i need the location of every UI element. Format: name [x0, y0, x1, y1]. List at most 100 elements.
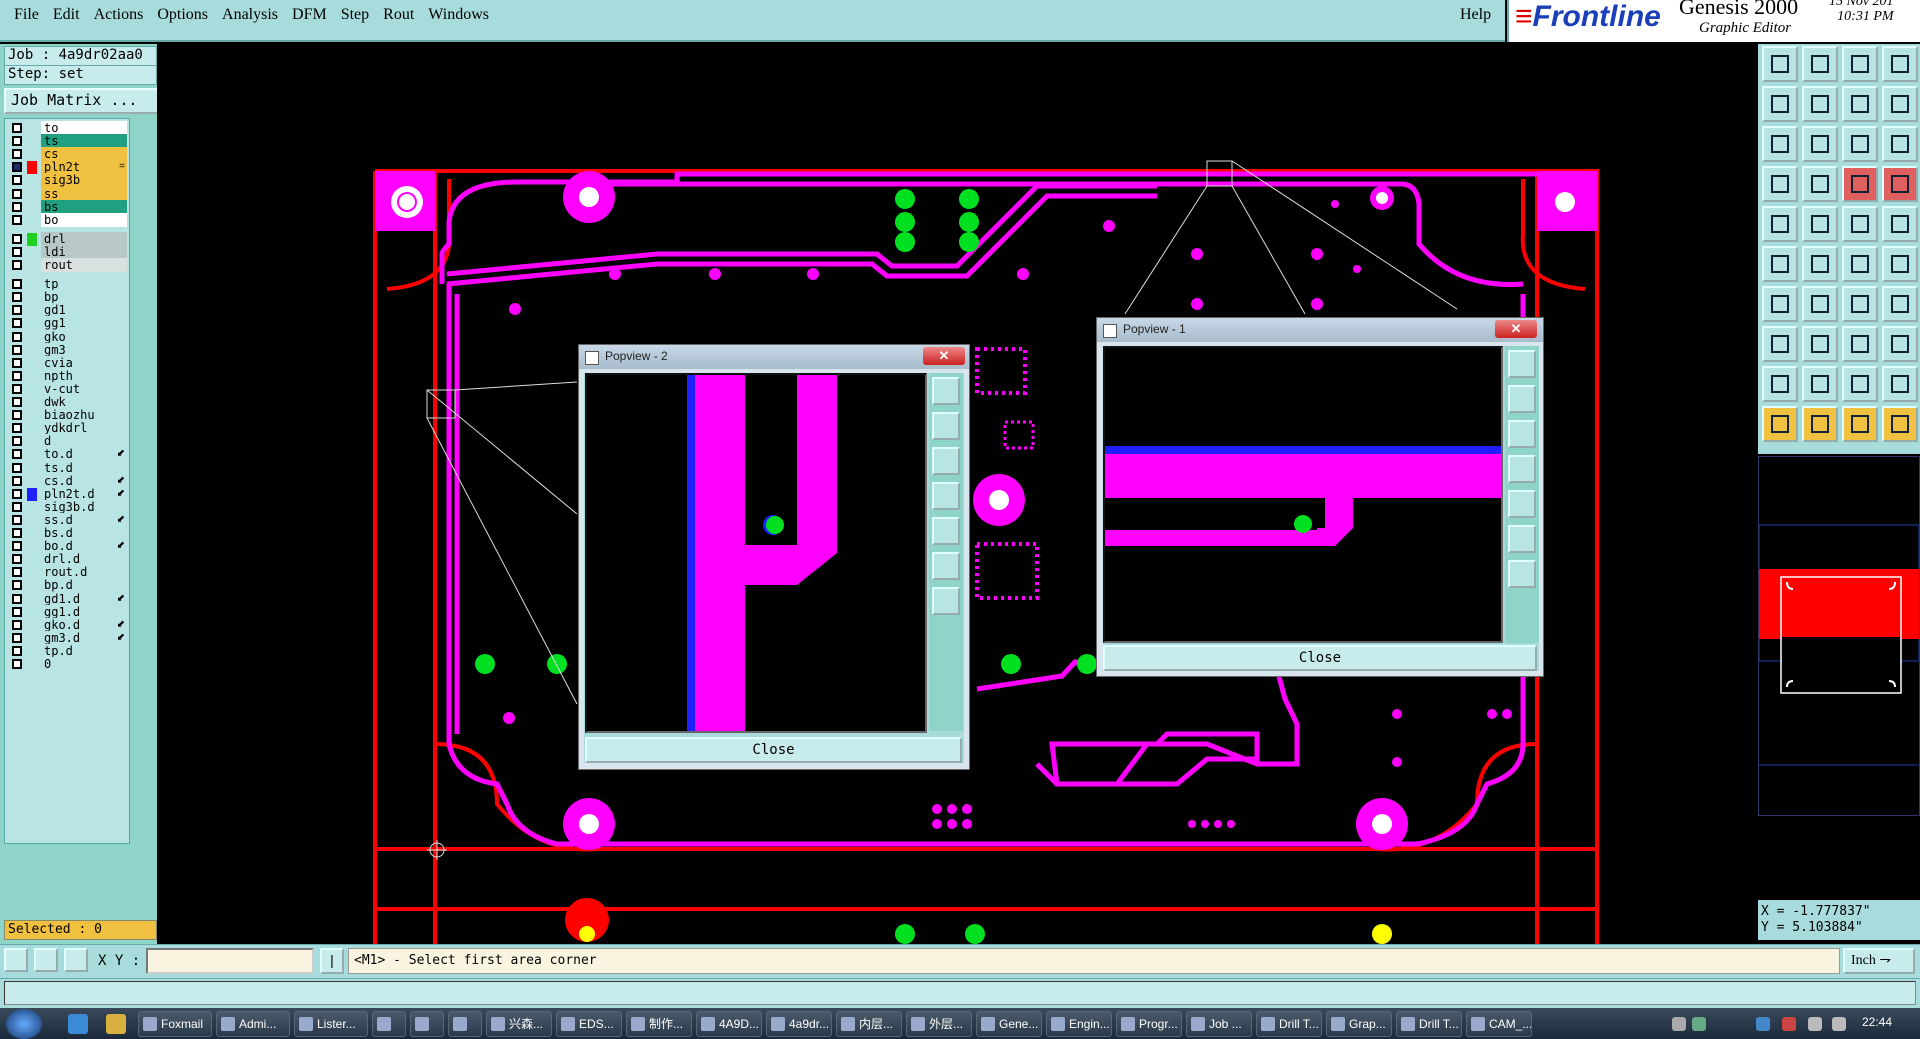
center-icon[interactable] — [932, 587, 960, 615]
layer-checkbox[interactable] — [12, 357, 22, 368]
layer-checkbox[interactable] — [12, 541, 22, 552]
tool-button-r3-c3-icon[interactable] — [1882, 166, 1918, 202]
layer-checkbox[interactable] — [12, 383, 22, 394]
layer-name[interactable]: gko — [41, 329, 127, 344]
fit-icon[interactable] — [932, 552, 960, 580]
layer-checkbox[interactable] — [12, 514, 22, 525]
layer-name[interactable]: bo.d — [41, 539, 127, 554]
layer-checkbox[interactable] — [12, 632, 22, 643]
taskbar-button[interactable]: Job ... — [1186, 1011, 1252, 1037]
popview-1-canvas[interactable] — [1103, 346, 1503, 643]
tool-button-r1-c1-icon[interactable] — [1802, 86, 1838, 122]
popview-1-close-button[interactable]: Close — [1103, 645, 1537, 671]
layer-name[interactable]: gm3 — [41, 342, 127, 357]
tool-button-r9-c0-icon[interactable] — [1762, 406, 1798, 442]
layer-name[interactable]: bs.d — [41, 526, 127, 540]
pan-left-icon[interactable] — [1508, 455, 1536, 483]
layer-checkbox[interactable] — [12, 370, 22, 381]
layer-checkbox[interactable] — [12, 344, 22, 355]
ie-icon[interactable] — [68, 1014, 88, 1034]
layer-name[interactable]: to.d — [41, 447, 127, 462]
menu-dfm[interactable]: DFM — [292, 6, 327, 24]
measure-icon[interactable] — [34, 948, 58, 972]
tray-volume-icon[interactable] — [1808, 1017, 1822, 1031]
tool-button-r2-c3-icon[interactable] — [1882, 126, 1918, 162]
layer-checkbox[interactable] — [12, 318, 22, 329]
tool-button-r6-c2-icon[interactable] — [1842, 286, 1878, 322]
zoom-out-icon[interactable] — [932, 447, 960, 475]
taskbar-button[interactable] — [372, 1011, 406, 1037]
taskbar-button[interactable] — [448, 1011, 482, 1037]
layer-name[interactable]: npth — [41, 368, 127, 383]
taskbar-button[interactable] — [410, 1011, 444, 1037]
layer-name[interactable]: to — [41, 121, 127, 135]
layer-name[interactable]: cs.d — [41, 473, 127, 488]
menu-help[interactable]: Help — [1460, 6, 1491, 24]
tray-keyboard-icon[interactable] — [1672, 1017, 1686, 1031]
layer-checkbox[interactable] — [12, 175, 22, 186]
taskbar-button[interactable]: 4a9dr... — [766, 1011, 832, 1037]
layer-checkbox[interactable] — [12, 331, 22, 342]
layer-checkbox[interactable] — [12, 260, 22, 270]
menu-actions[interactable]: Actions — [94, 6, 144, 24]
tool-button-r2-c0-icon[interactable] — [1762, 126, 1798, 162]
tool-button-r7-c2-icon[interactable] — [1842, 326, 1878, 362]
taskbar-button[interactable]: EDS... — [556, 1011, 622, 1037]
tool-button-r7-c1-icon[interactable] — [1802, 326, 1838, 362]
taskbar-button[interactable]: Drill T... — [1256, 1011, 1322, 1037]
layer-checkbox[interactable] — [12, 397, 22, 407]
layer-name[interactable]: rout — [41, 258, 127, 272]
tray-alert-icon[interactable] — [1782, 1017, 1796, 1031]
pan-right-icon[interactable] — [1508, 490, 1536, 518]
taskbar-button[interactable]: Gene... — [976, 1011, 1042, 1037]
layer-checkbox[interactable] — [12, 659, 22, 669]
tool-button-r4-c2-icon[interactable] — [1842, 206, 1878, 242]
popview-1-titlebar[interactable]: Popview - 1 ✕ — [1097, 318, 1543, 342]
tool-button-r0-c1-icon[interactable] — [1802, 46, 1838, 82]
popview-2-titlebar[interactable]: Popview - 2 ✕ — [579, 345, 969, 369]
start-button[interactable] — [6, 1009, 42, 1039]
layer-checkbox[interactable] — [12, 292, 22, 303]
tool-button-r7-c3-icon[interactable] — [1882, 326, 1918, 362]
tool-button-r1-c0-icon[interactable] — [1762, 86, 1798, 122]
tray-shield-icon[interactable] — [1756, 1017, 1770, 1031]
layer-name[interactable]: dwk — [41, 395, 127, 409]
layer-name[interactable]: bo — [41, 212, 127, 227]
taskbar-button[interactable]: Drill T... — [1396, 1011, 1462, 1037]
tool-button-r2-c2-icon[interactable] — [1842, 126, 1878, 162]
layer-name[interactable]: bp — [41, 290, 127, 305]
taskbar-button[interactable]: Progr... — [1116, 1011, 1182, 1037]
layer-name[interactable]: tp — [41, 277, 127, 292]
layer-name[interactable]: v-cut — [41, 381, 127, 396]
layer-name[interactable]: bs — [41, 199, 127, 214]
pan-right-icon[interactable] — [932, 517, 960, 545]
taskbar-button[interactable]: 内层... — [836, 1011, 902, 1037]
layer-name[interactable]: gd1 — [41, 303, 127, 318]
layer-name[interactable]: gg1 — [41, 316, 127, 331]
tool-button-r6-c3-icon[interactable] — [1882, 286, 1918, 322]
layer-name[interactable]: pln2t.d — [41, 486, 127, 501]
tool-button-r9-c3-icon[interactable] — [1882, 406, 1918, 442]
layer-row-rout[interactable]: rout — [7, 258, 127, 273]
taskbar-button[interactable]: Lister... — [294, 1011, 368, 1037]
layer-name[interactable]: sig3b.d — [41, 499, 127, 514]
layer-name[interactable]: sig3b — [41, 173, 127, 188]
layer-name[interactable]: drl.d — [41, 552, 127, 567]
layer-name[interactable]: tp.d — [41, 643, 127, 658]
layer-checkbox[interactable] — [12, 305, 22, 316]
close-icon[interactable]: ✕ — [923, 347, 965, 365]
layer-checkbox[interactable] — [12, 593, 22, 604]
layer-name[interactable]: rout.d — [41, 565, 127, 580]
taskbar-button[interactable]: Admi... — [216, 1011, 290, 1037]
layer-name[interactable]: pln2t — [41, 160, 127, 175]
grid-icon[interactable] — [64, 948, 88, 972]
layer-checkbox[interactable] — [12, 462, 22, 473]
taskbar-button[interactable]: 制作... — [626, 1011, 692, 1037]
layer-name[interactable]: ss — [41, 186, 127, 201]
taskbar-button[interactable]: Engin... — [1046, 1011, 1112, 1037]
layer-row-bo[interactable]: bo — [7, 212, 127, 228]
overview-map[interactable] — [1758, 456, 1920, 816]
layer-name[interactable]: bp.d — [41, 578, 127, 593]
popview-2-canvas[interactable] — [585, 373, 927, 733]
tool-button-r5-c3-icon[interactable] — [1882, 246, 1918, 282]
